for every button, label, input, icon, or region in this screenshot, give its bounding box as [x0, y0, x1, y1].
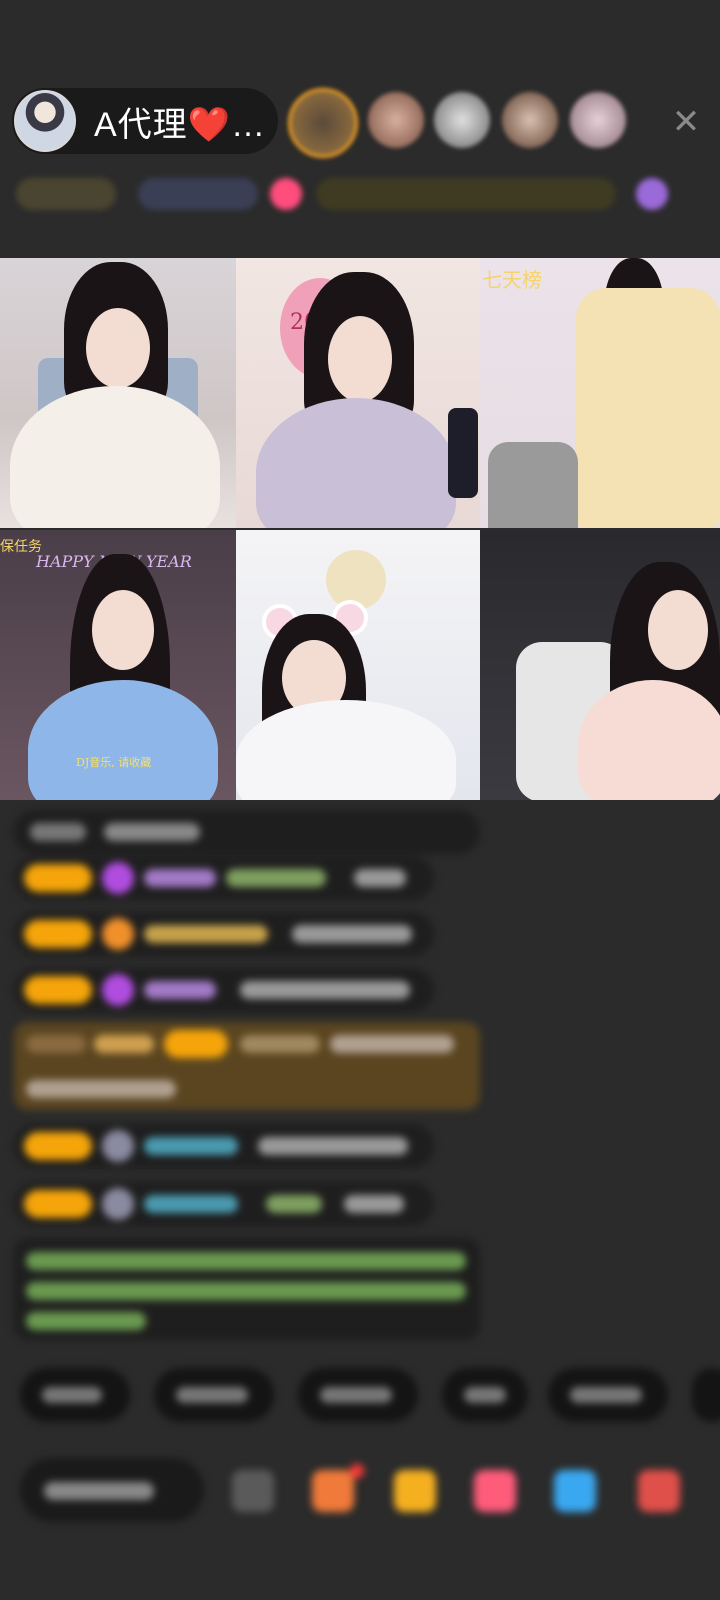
outfit	[576, 288, 720, 528]
level-badge	[94, 1035, 154, 1053]
face	[86, 308, 150, 388]
weekly-rank-label: 七天榜	[482, 268, 542, 292]
video-grid: 2026 七天榜 保任务 HAPPY NEW YEAR DJ音乐, 请收藏	[0, 258, 720, 816]
quick-reply-button[interactable]	[692, 1368, 720, 1422]
video-tile[interactable]: 七天榜	[480, 258, 720, 528]
chat-message[interactable]	[14, 912, 434, 956]
message-text	[104, 823, 200, 841]
message-text	[258, 1137, 408, 1155]
username	[226, 869, 326, 887]
gift-icon[interactable]	[636, 178, 668, 210]
quick-reply-button[interactable]	[20, 1368, 130, 1422]
host-info-pill[interactable]: A代理❤️…	[12, 88, 278, 154]
system-notice	[14, 1238, 480, 1340]
chat-message-highlight[interactable]	[14, 1022, 480, 1110]
quick-reply-button[interactable]	[298, 1368, 418, 1422]
message-text	[344, 1195, 404, 1213]
chat-message[interactable]	[14, 1182, 434, 1226]
video-tile[interactable]: 保任务 HAPPY NEW YEAR DJ音乐, 请收藏	[0, 530, 236, 800]
video-tile[interactable]	[236, 530, 480, 800]
red-packet-icon[interactable]	[394, 1470, 436, 1512]
gem-icon	[102, 862, 134, 894]
notice-text	[26, 1312, 146, 1330]
gem-icon	[102, 974, 134, 1006]
username	[144, 925, 268, 943]
heart-icon[interactable]	[270, 178, 302, 210]
chat-message[interactable]	[14, 810, 480, 854]
message-text	[240, 981, 410, 999]
message-text	[292, 925, 412, 943]
notice-chip[interactable]	[316, 178, 616, 210]
message-text	[26, 1080, 176, 1098]
avatar	[102, 1188, 134, 1220]
avatar	[102, 1130, 134, 1162]
notification-dot	[350, 1464, 364, 1478]
caption: DJ音乐, 请收藏	[76, 756, 152, 769]
username	[144, 869, 216, 887]
username	[144, 1137, 238, 1155]
user-badge	[24, 1132, 92, 1160]
user-badge	[24, 920, 92, 948]
rank-chip[interactable]	[138, 178, 258, 210]
chat-message[interactable]	[14, 856, 434, 900]
heart-gift-icon[interactable]	[474, 1470, 516, 1512]
room-info-bar	[16, 172, 704, 216]
outfit	[256, 398, 456, 528]
video-tile[interactable]: 2026	[236, 258, 480, 528]
notice-text	[26, 1252, 466, 1270]
username	[144, 981, 216, 999]
chat-input[interactable]	[20, 1458, 204, 1522]
user-badge	[24, 864, 92, 892]
user-badge	[26, 1035, 86, 1053]
face	[92, 590, 154, 670]
username	[266, 1195, 322, 1213]
message-text	[354, 869, 406, 887]
avatar[interactable]	[14, 90, 76, 152]
quick-reply-button[interactable]	[442, 1368, 528, 1422]
video-tile[interactable]	[0, 258, 236, 528]
close-icon[interactable]: ✕	[668, 104, 704, 140]
gift-box-icon[interactable]	[312, 1470, 354, 1512]
username	[144, 1195, 238, 1213]
notice-text	[26, 1282, 466, 1300]
outfit	[578, 680, 720, 800]
viewer-avatar[interactable]	[502, 92, 558, 148]
viewer-avatar[interactable]	[288, 88, 358, 158]
username	[240, 1035, 320, 1053]
viewer-avatar[interactable]	[368, 92, 424, 148]
face	[328, 316, 392, 402]
level-chip[interactable]	[16, 178, 116, 210]
host-name: A代理❤️…	[94, 105, 267, 144]
outfit	[28, 680, 218, 800]
message-text	[330, 1035, 454, 1053]
quick-reply-row	[20, 1368, 720, 1424]
quick-reply-button[interactable]	[154, 1368, 274, 1422]
game-icon[interactable]	[554, 1470, 596, 1512]
face	[648, 590, 708, 670]
top-bar: A代理❤️… ✕	[12, 86, 712, 158]
chat-message[interactable]	[14, 968, 434, 1012]
message-text	[30, 823, 86, 841]
quick-reply-button[interactable]	[548, 1368, 668, 1422]
user-badge	[164, 1030, 228, 1058]
chat-message[interactable]	[14, 1124, 434, 1168]
viewer-avatar[interactable]	[434, 92, 490, 148]
user-badge	[24, 976, 92, 1004]
gift-icon[interactable]	[638, 1470, 680, 1512]
viewer-avatar[interactable]	[570, 92, 626, 148]
video-tile[interactable]	[480, 530, 720, 800]
bottom-bar	[20, 1456, 720, 1528]
emoji-icon[interactable]	[232, 1470, 274, 1512]
level-icon	[102, 918, 134, 950]
user-badge	[24, 1190, 92, 1218]
